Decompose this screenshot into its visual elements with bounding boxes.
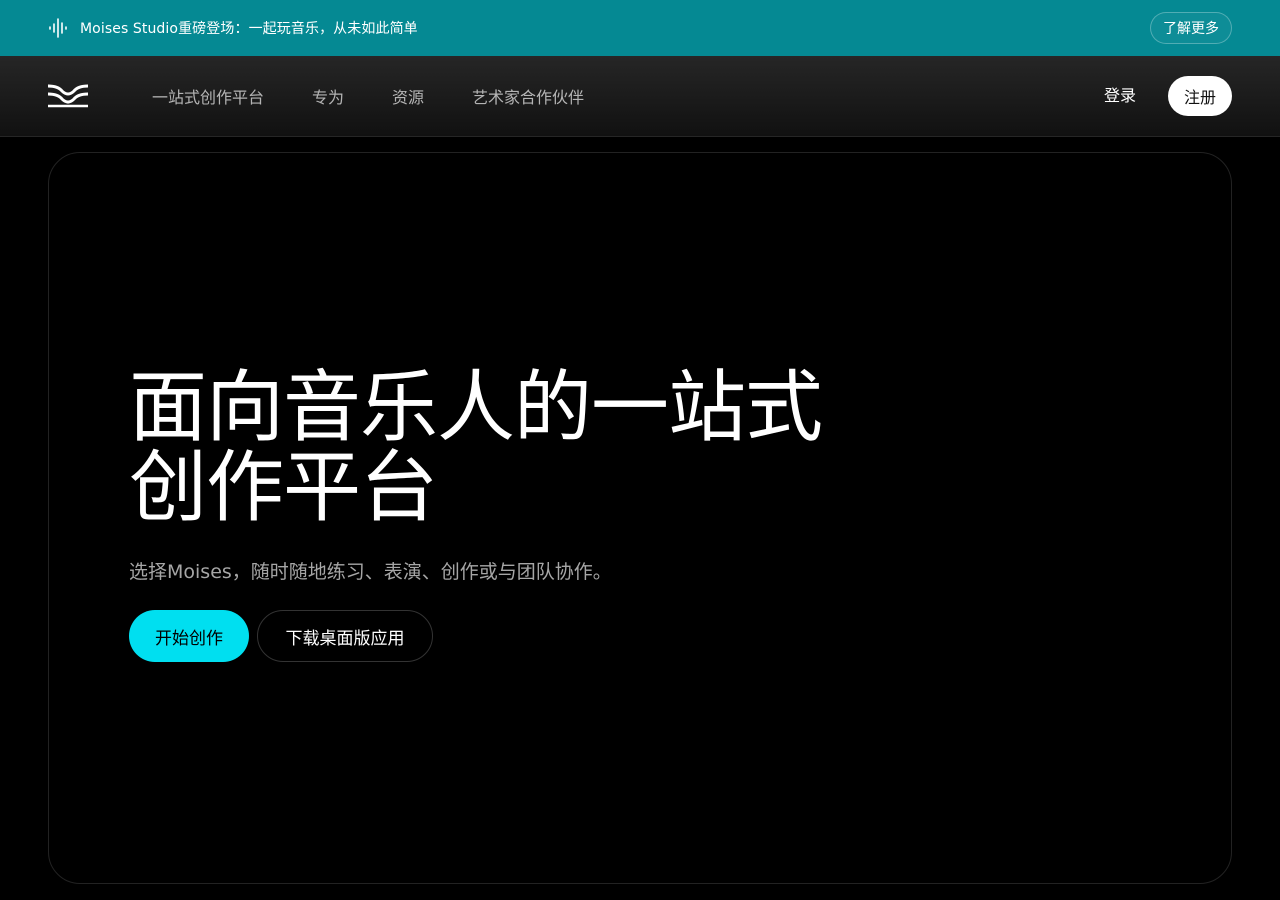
download-desktop-button[interactable]: 下载桌面版应用 <box>257 610 433 662</box>
nav-link-resources[interactable]: 资源 <box>392 84 424 108</box>
moises-logo[interactable] <box>47 84 89 108</box>
hero-title: 面向音乐人的一站式 创作平台 <box>129 368 889 528</box>
main-nav: 一站式创作平台 专为 资源 艺术家合作伙伴 登录 注册 <box>0 56 1280 137</box>
nav-link-artist-partners[interactable]: 艺术家合作伙伴 <box>472 84 584 108</box>
announcement-text: Moises Studio重磅登场：一起玩音乐，从未如此简单 <box>80 21 418 37</box>
start-creating-button[interactable]: 开始创作 <box>129 610 249 662</box>
signup-button[interactable]: 注册 <box>1168 76 1232 116</box>
hero-title-line2: 创作平台 <box>129 443 438 533</box>
nav-links: 一站式创作平台 专为 资源 艺术家合作伙伴 <box>152 56 632 136</box>
waveform-icon <box>48 17 70 39</box>
login-link[interactable]: 登录 <box>1104 84 1136 108</box>
hero-subtitle: 选择Moises，随时随地练习、表演、创作或与团队协作。 <box>129 561 612 583</box>
nav-link-for[interactable]: 专为 <box>312 84 344 108</box>
nav-link-platform[interactable]: 一站式创作平台 <box>152 84 264 108</box>
announcement-bar: Moises Studio重磅登场：一起玩音乐，从未如此简单 了解更多 <box>0 0 1280 56</box>
learn-more-button[interactable]: 了解更多 <box>1150 12 1232 44</box>
hero-title-line1: 面向音乐人的一站式 <box>129 363 823 453</box>
hero-card: 面向音乐人的一站式 创作平台 选择Moises，随时随地练习、表演、创作或与团队… <box>48 152 1232 884</box>
